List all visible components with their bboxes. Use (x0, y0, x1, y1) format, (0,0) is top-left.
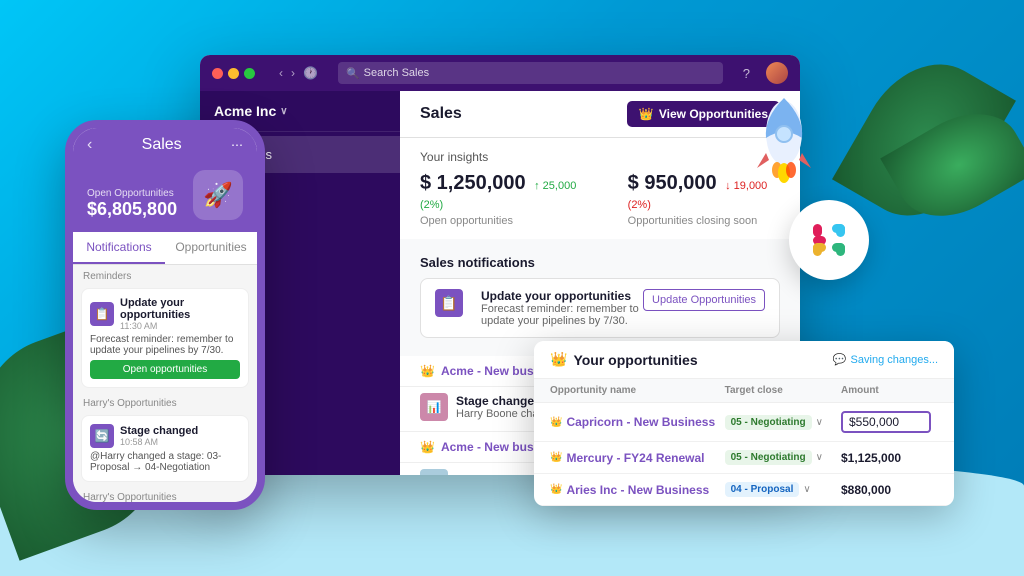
reminder-title: Update your opportunities (481, 289, 643, 303)
phone-insight-icon: 🚀 (193, 170, 243, 220)
saving-indicator: 💬 Saving changes... (833, 353, 938, 366)
open-opps-label: Open opportunities (420, 215, 588, 227)
user-avatar[interactable] (766, 62, 788, 84)
opp-row-capricorn: 👑 Capricorn - New Business 05 - Negotiat… (534, 403, 954, 442)
closing-opps-label: Opportunities closing soon (628, 215, 780, 227)
phone-back-icon[interactable]: ‹ (87, 136, 92, 154)
capricorn-amount-input[interactable] (841, 411, 931, 433)
opp-aries-amount: $880,000 (841, 483, 938, 497)
opp-aries-name[interactable]: 👑 Aries Inc - New Business (550, 483, 725, 497)
insight-open-opps: $ 1,250,000 ↑ 25,000 (2%) Open opportuni… (420, 172, 588, 227)
phone-notif-stage-icon: 🔄 (90, 424, 114, 448)
help-icon[interactable]: ? (743, 66, 750, 81)
opp-row-aries: 👑 Aries Inc - New Business 04 - Proposal… (534, 474, 954, 506)
traffic-lights (212, 68, 255, 79)
capricorn-stage-badge[interactable]: 05 - Negotiating (725, 415, 812, 430)
aries-stage-badge[interactable]: 04 - Proposal (725, 482, 800, 497)
new-opp-icon: ✨ (420, 469, 448, 475)
phone-body: Open Opportunities $6,805,800 🚀 Notifica… (73, 162, 257, 502)
browser-search-bar[interactable]: 🔍 Search Sales (338, 62, 723, 84)
phone-insight-bar: Open Opportunities $6,805,800 🚀 (73, 162, 257, 232)
reminder-desc: Forecast reminder: remember to update yo… (481, 303, 643, 327)
opp-mercury-stage: 05 - Negotiating ∨ (725, 450, 841, 465)
nav-back-arrow[interactable]: ‹ (279, 66, 283, 80)
opps-panel-title: 👑 Your opportunities (550, 351, 698, 368)
opportunities-panel: 👑 Your opportunities 💬 Saving changes...… (534, 341, 954, 506)
page-title: Sales (420, 105, 462, 123)
phone-harrys2-label: Harry's Opportunities (73, 486, 257, 502)
reminder-row: 📋 Update your opportunities Forecast rem… (435, 289, 765, 327)
phone-notif-update-title: Update your opportunities (120, 297, 240, 321)
phone-notif-stage-desc: @Harry changed a stage: 03-Proposal → 04… (90, 451, 240, 473)
phone-header: ‹ Sales ⋯ (73, 128, 257, 162)
rocket-svg (739, 88, 829, 188)
browser-search-text: Search Sales (364, 67, 429, 79)
opp-capricorn-name[interactable]: 👑 Capricorn - New Business (550, 415, 725, 429)
aries-crown: 👑 (550, 484, 562, 495)
traffic-light-minimize[interactable] (228, 68, 239, 79)
slack-logo-circle (789, 200, 869, 280)
saving-cloud-icon: 💬 (833, 353, 847, 366)
phone-notif-update: 📋 Update your opportunities 11:30 AM For… (81, 288, 249, 388)
reminder-card: 📋 Update your opportunities Forecast rem… (420, 278, 780, 338)
phone-notif-stage-title: Stage changed (120, 425, 240, 437)
closing-opps-amount: $ 950,000 (628, 172, 717, 194)
col-opp-name: Opportunity name (550, 385, 725, 396)
phone-notif-update-desc: Forecast reminder: remember to update yo… (90, 334, 240, 356)
update-opportunities-button[interactable]: Update Opportunities (643, 289, 765, 311)
browser-titlebar: ‹ › 🕐 🔍 Search Sales ? (200, 55, 800, 91)
phone-tab-opportunities[interactable]: Opportunities (165, 232, 257, 264)
nav-time-icon: 🕐 (303, 66, 318, 80)
opps-panel-header: 👑 Your opportunities 💬 Saving changes... (534, 341, 954, 379)
sidebar-org-name[interactable]: Acme Inc ∨ (214, 103, 386, 119)
phone-screen: ‹ Sales ⋯ Open Opportunities $6,805,800 … (65, 120, 265, 510)
phone-harrys-label: Harry's Opportunities (73, 392, 257, 411)
phone-insight-amount: $6,805,800 (87, 199, 177, 220)
opp-aries-stage: 04 - Proposal ∨ (725, 482, 841, 497)
mercury-stage-badge[interactable]: 05 - Negotiating (725, 450, 812, 465)
col-amount: Amount (841, 385, 938, 396)
insights-label: Your insights (420, 150, 780, 164)
opps-crown-icon: 👑 (550, 351, 567, 368)
phone-title: Sales (142, 136, 182, 154)
open-opps-amount: $ 1,250,000 (420, 172, 526, 194)
slack-svg (805, 216, 853, 264)
stage-icon: 📊 (420, 393, 448, 421)
traffic-light-close[interactable] (212, 68, 223, 79)
opp-mercury-name[interactable]: 👑 Mercury - FY24 Renewal (550, 451, 725, 465)
col-target-close: Target close (725, 385, 841, 396)
phone-reminders-label: Reminders (73, 265, 257, 284)
phone-notif-update-icon: 📋 (90, 302, 114, 326)
traffic-light-maximize[interactable] (244, 68, 255, 79)
opp-capricorn-amount[interactable] (841, 411, 938, 433)
notif-section-label: Sales notifications (420, 255, 780, 270)
phone-notif-stage: 🔄 Stage changed 10:58 AM @Harry changed … (81, 415, 249, 482)
notif-section: Sales notifications 📋 Update your opport… (400, 245, 800, 356)
opps-table-header: Opportunity name Target close Amount (534, 379, 954, 403)
phone-open-opps-button[interactable]: Open opportunities (90, 360, 240, 379)
reminder-icon: 📋 (435, 289, 463, 317)
rocket-decoration (739, 88, 829, 188)
phone-notif-update-time: 11:30 AM (120, 321, 240, 331)
phone-notif-stage-time: 10:58 AM (120, 437, 240, 447)
reminder-content: Update your opportunities Forecast remin… (481, 289, 643, 327)
phone-tabs: Notifications Opportunities (73, 232, 257, 265)
view-opps-icon: 👑 (639, 107, 654, 121)
capricorn-crown: 👑 (550, 417, 562, 428)
opp-row-mercury: 👑 Mercury - FY24 Renewal 05 - Negotiatin… (534, 442, 954, 474)
mercury-crown: 👑 (550, 452, 562, 463)
opp-mercury-amount: $1,125,000 (841, 451, 938, 465)
phone-tab-notifications[interactable]: Notifications (73, 232, 165, 264)
phone-mockup: ‹ Sales ⋯ Open Opportunities $6,805,800 … (65, 120, 265, 510)
insights-row: $ 1,250,000 ↑ 25,000 (2%) Open opportuni… (420, 172, 780, 227)
browser-nav: ‹ › 🕐 (279, 66, 318, 80)
opp-capricorn-stage: 05 - Negotiating ∨ (725, 415, 841, 430)
nav-forward-arrow[interactable]: › (291, 66, 295, 80)
phone-insight-label: Open Opportunities (87, 188, 177, 199)
